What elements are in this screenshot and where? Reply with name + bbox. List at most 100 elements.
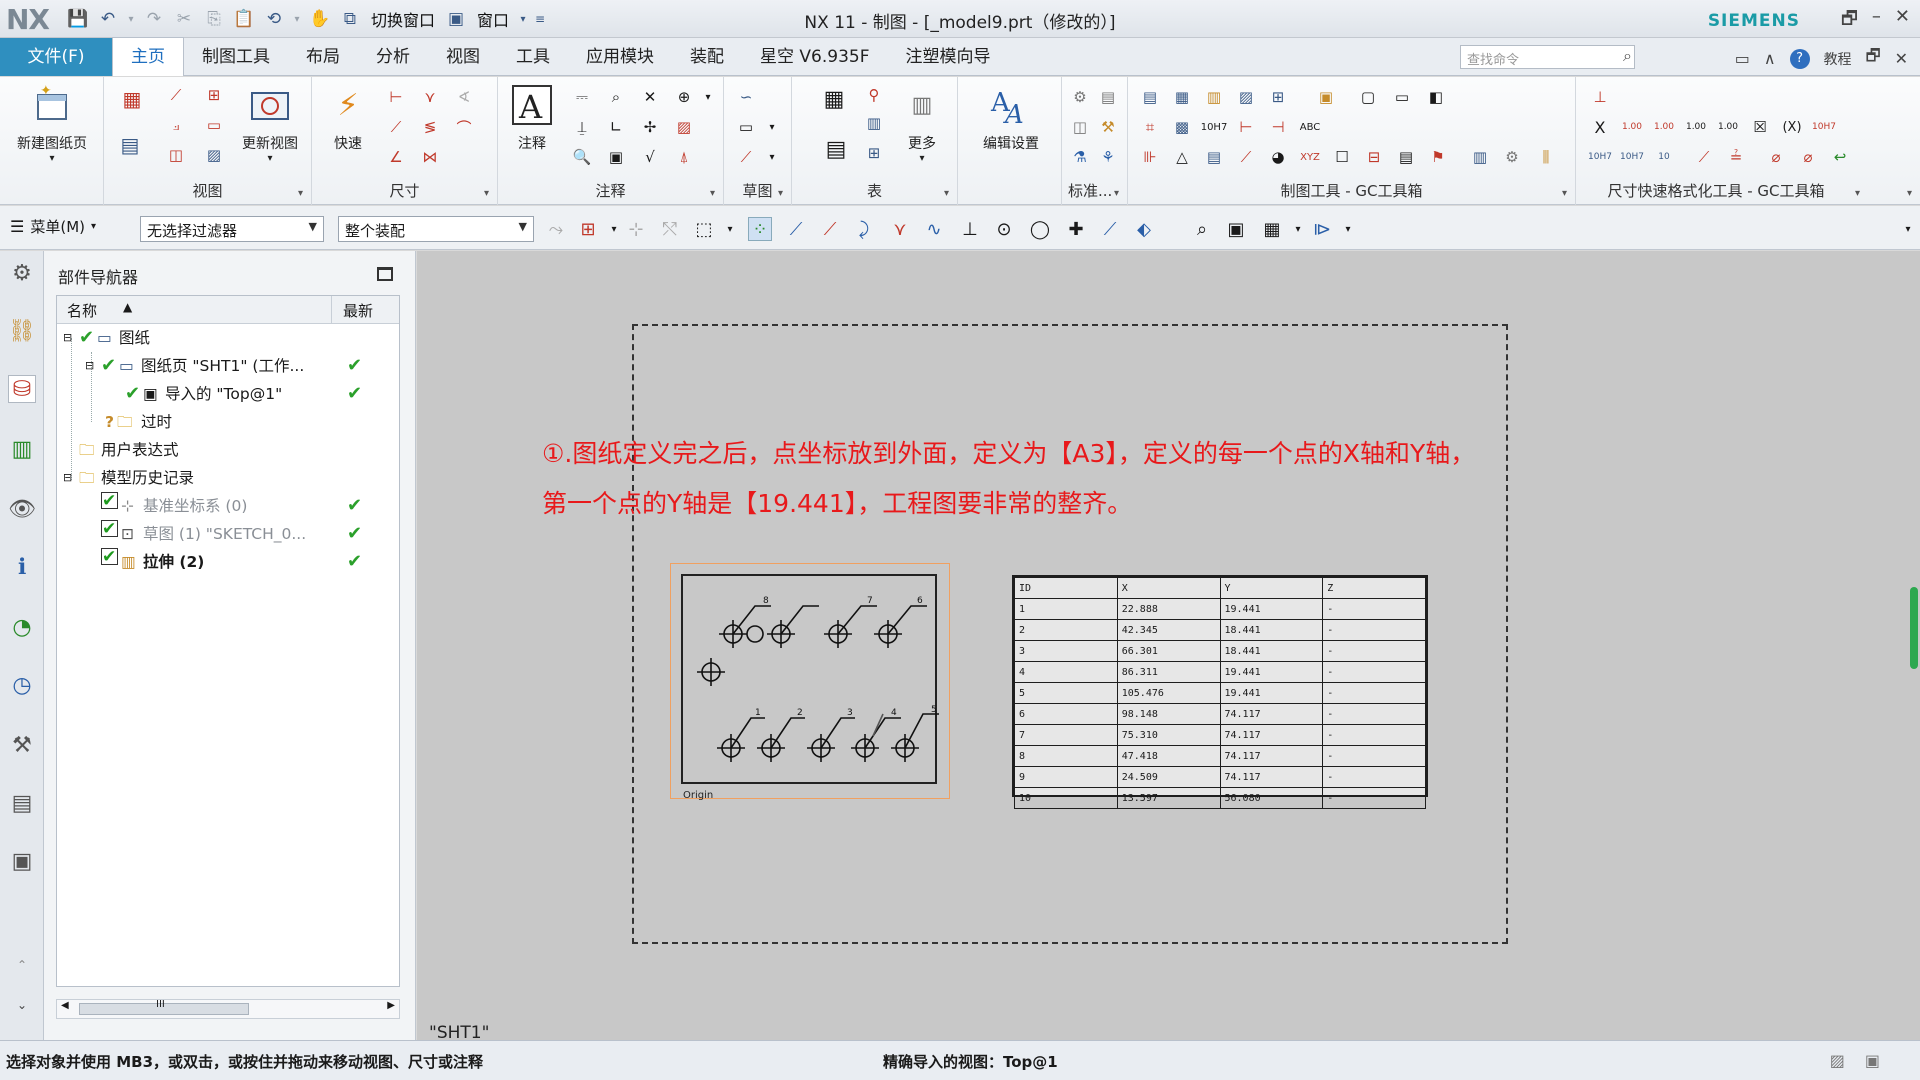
- tab-drafting-tools[interactable]: 制图工具: [184, 38, 288, 76]
- switch-window-icon[interactable]: ⧉: [338, 7, 362, 31]
- df-fit-3-icon[interactable]: 10H7: [1620, 145, 1644, 169]
- gc-settings-icon[interactable]: ⚙: [1500, 145, 1524, 169]
- gc-tool-24-icon[interactable]: ▤: [1394, 145, 1418, 169]
- maximize-icon[interactable]: [377, 267, 393, 281]
- view-layout-icon[interactable]: ▦: [1260, 217, 1284, 241]
- parts-list-icon[interactable]: ▦: [822, 87, 846, 112]
- df-box-x-icon[interactable]: ☒: [1748, 115, 1772, 139]
- assembly-navigator-icon[interactable]: ⛓: [8, 317, 36, 345]
- file-tab[interactable]: 文件(F): [0, 37, 112, 76]
- snap-curve-icon[interactable]: ∿: [922, 217, 946, 241]
- task-icon[interactable]: ▣: [8, 847, 36, 875]
- menu-dropdown-icon[interactable]: ▾: [91, 221, 96, 232]
- switch-window-button[interactable]: 切换窗口: [368, 7, 438, 31]
- gc-tool-11-icon[interactable]: ▩: [1170, 115, 1194, 139]
- selection-scope-select[interactable]: 整个装配 ▼: [338, 216, 534, 242]
- tree-row-sheet[interactable]: ⊟ ✔ ▭ 图纸页 "SHT1" (工作... ✔: [57, 352, 399, 380]
- window-menu-button[interactable]: 窗口: [474, 7, 512, 31]
- coordinate-table[interactable]: ID X Y Z 1 22.888 19.441-2 42.345 18.441-3 66.301…: [1012, 575, 1428, 809]
- new-sheet-button[interactable]: ✦ 新建图纸页 ▾: [10, 83, 94, 164]
- check-mark-icon[interactable]: √: [638, 145, 662, 169]
- zoom-icon[interactable]: 🔍: [570, 145, 594, 169]
- hole-table-icon[interactable]: ▥: [862, 111, 886, 135]
- df-diameter-icon[interactable]: ⌀: [1764, 145, 1788, 169]
- gc-tool-6-icon[interactable]: ▣: [1314, 85, 1338, 109]
- df-tol-4-icon[interactable]: 1.00: [1716, 115, 1740, 139]
- column-name-header[interactable]: 名称: [67, 300, 97, 321]
- std-db-icon[interactable]: ◫: [1068, 115, 1092, 139]
- tab-tools[interactable]: 工具: [498, 38, 568, 76]
- customize-qat-icon[interactable]: ≡: [534, 7, 546, 31]
- status-icon-2[interactable]: ▣: [1865, 1051, 1880, 1070]
- df-diameter-2-icon[interactable]: ⌀: [1796, 145, 1820, 169]
- view-fit-icon[interactable]: ⌕: [1190, 217, 1214, 241]
- gc-tool-27-icon[interactable]: ⫼: [1534, 145, 1558, 169]
- tab-view[interactable]: 视图: [428, 38, 498, 76]
- tree-row-imported-view[interactable]: ✔ ▣ 导入的 "Top@1" ✔: [57, 380, 399, 408]
- std-part-icon[interactable]: ⚙: [1068, 85, 1092, 109]
- gc-tool-9-icon[interactable]: ◧: [1424, 85, 1448, 109]
- balloon-icon[interactable]: ⚲: [862, 83, 886, 107]
- more-annotation-dropdown-icon[interactable]: ▾: [696, 85, 720, 109]
- datum-feature-icon[interactable]: ⌕: [604, 85, 628, 109]
- gc-tool-17-icon[interactable]: △: [1170, 145, 1194, 169]
- history-icon[interactable]: ◔: [8, 613, 36, 641]
- df-tol-3-icon[interactable]: 1.00: [1684, 115, 1708, 139]
- status-icon-1[interactable]: ▨: [1830, 1051, 1845, 1070]
- gc-toolbox-group-more-icon[interactable]: ▾: [1562, 188, 1567, 199]
- view-orient-dropdown-icon[interactable]: ▾: [1336, 217, 1360, 241]
- break-out-view-icon[interactable]: ◫: [164, 143, 188, 167]
- weld-symbol-icon[interactable]: ✢: [638, 115, 662, 139]
- surface-finish-icon[interactable]: ∟: [604, 115, 628, 139]
- help-icon[interactable]: ?: [1789, 48, 1810, 69]
- select-rect-dropdown-icon[interactable]: ▾: [718, 217, 742, 241]
- hd3d-tools-icon[interactable]: 👁: [8, 495, 36, 523]
- select-dropdown-icon[interactable]: ▾: [602, 217, 626, 241]
- visibility-checkbox[interactable]: [101, 543, 118, 571]
- std-tool-icon[interactable]: ⚒: [1096, 115, 1120, 139]
- chamfer-dim-icon[interactable]: ⟋: [384, 115, 408, 139]
- save-icon[interactable]: 💾: [66, 7, 90, 31]
- sketch-profile-icon[interactable]: ∽: [734, 85, 758, 109]
- palette-icon[interactable]: ▤: [8, 789, 36, 817]
- gc-tool-16-icon[interactable]: ⊪: [1138, 145, 1162, 169]
- visibility-checkbox[interactable]: [101, 515, 118, 543]
- df-tool-2-icon[interactable]: ⟋: [1692, 145, 1716, 169]
- feature-control-frame-icon[interactable]: ⎓: [570, 85, 594, 109]
- angular-dim-icon[interactable]: ∢: [452, 85, 476, 109]
- navigator-hscrollbar[interactable]: ◀ III ▶: [56, 999, 400, 1019]
- gc-tool-20-icon[interactable]: ◕: [1266, 145, 1290, 169]
- gc-tool-5-icon[interactable]: ⊞: [1266, 85, 1290, 109]
- gc-tool-14-icon[interactable]: ⊣: [1266, 115, 1290, 139]
- toolbar-overflow-icon[interactable]: ▾: [1896, 217, 1920, 241]
- system-scenes-icon[interactable]: ◷: [8, 671, 36, 699]
- gc-tool-8-icon[interactable]: ▭: [1390, 85, 1414, 109]
- view-display-icon[interactable]: ▣: [1224, 217, 1248, 241]
- gc-tool-10-icon[interactable]: ⌗: [1138, 115, 1162, 139]
- gc-tool-22-icon[interactable]: ☐: [1330, 145, 1354, 169]
- edit-settings-button[interactable]: AA 编辑设置: [966, 83, 1056, 153]
- dimension-group-more-icon[interactable]: ▾: [484, 188, 489, 199]
- std-library-icon[interactable]: ▤: [1096, 85, 1120, 109]
- visibility-checkbox[interactable]: [101, 487, 118, 515]
- undo-icon[interactable]: ↶: [96, 7, 120, 31]
- select-feature-icon[interactable]: ⤳: [544, 217, 568, 241]
- snap-point-icon[interactable]: ✚: [1064, 217, 1088, 241]
- gc-tool-4-icon[interactable]: ▨: [1234, 85, 1258, 109]
- df-fit-4-icon[interactable]: 10: [1652, 145, 1676, 169]
- gc-tool-3-icon[interactable]: ▥: [1202, 85, 1226, 109]
- select-add-icon[interactable]: ⊞: [576, 217, 600, 241]
- tabular-note-icon[interactable]: ▤: [824, 137, 848, 162]
- snap-center-icon[interactable]: ⊙: [992, 217, 1016, 241]
- base-view-icon[interactable]: ▦: [120, 87, 144, 111]
- perimeter-dim-icon[interactable]: ⋈: [418, 145, 442, 169]
- hatch-icon[interactable]: ▨: [672, 115, 696, 139]
- copy-icon[interactable]: ⎘: [202, 7, 226, 31]
- close-doc-icon[interactable]: ✕: [1895, 49, 1908, 68]
- more-button[interactable]: ▥ 更多 ▾: [892, 83, 952, 165]
- menu-button[interactable]: 菜单(M): [30, 216, 85, 237]
- tab-application[interactable]: 应用模块: [568, 38, 672, 76]
- ordinate-dim-icon[interactable]: ∠: [384, 145, 408, 169]
- ribbon-overflow-icon[interactable]: ▾: [1907, 188, 1912, 199]
- dim-format-group-more-icon[interactable]: ▾: [1855, 188, 1860, 199]
